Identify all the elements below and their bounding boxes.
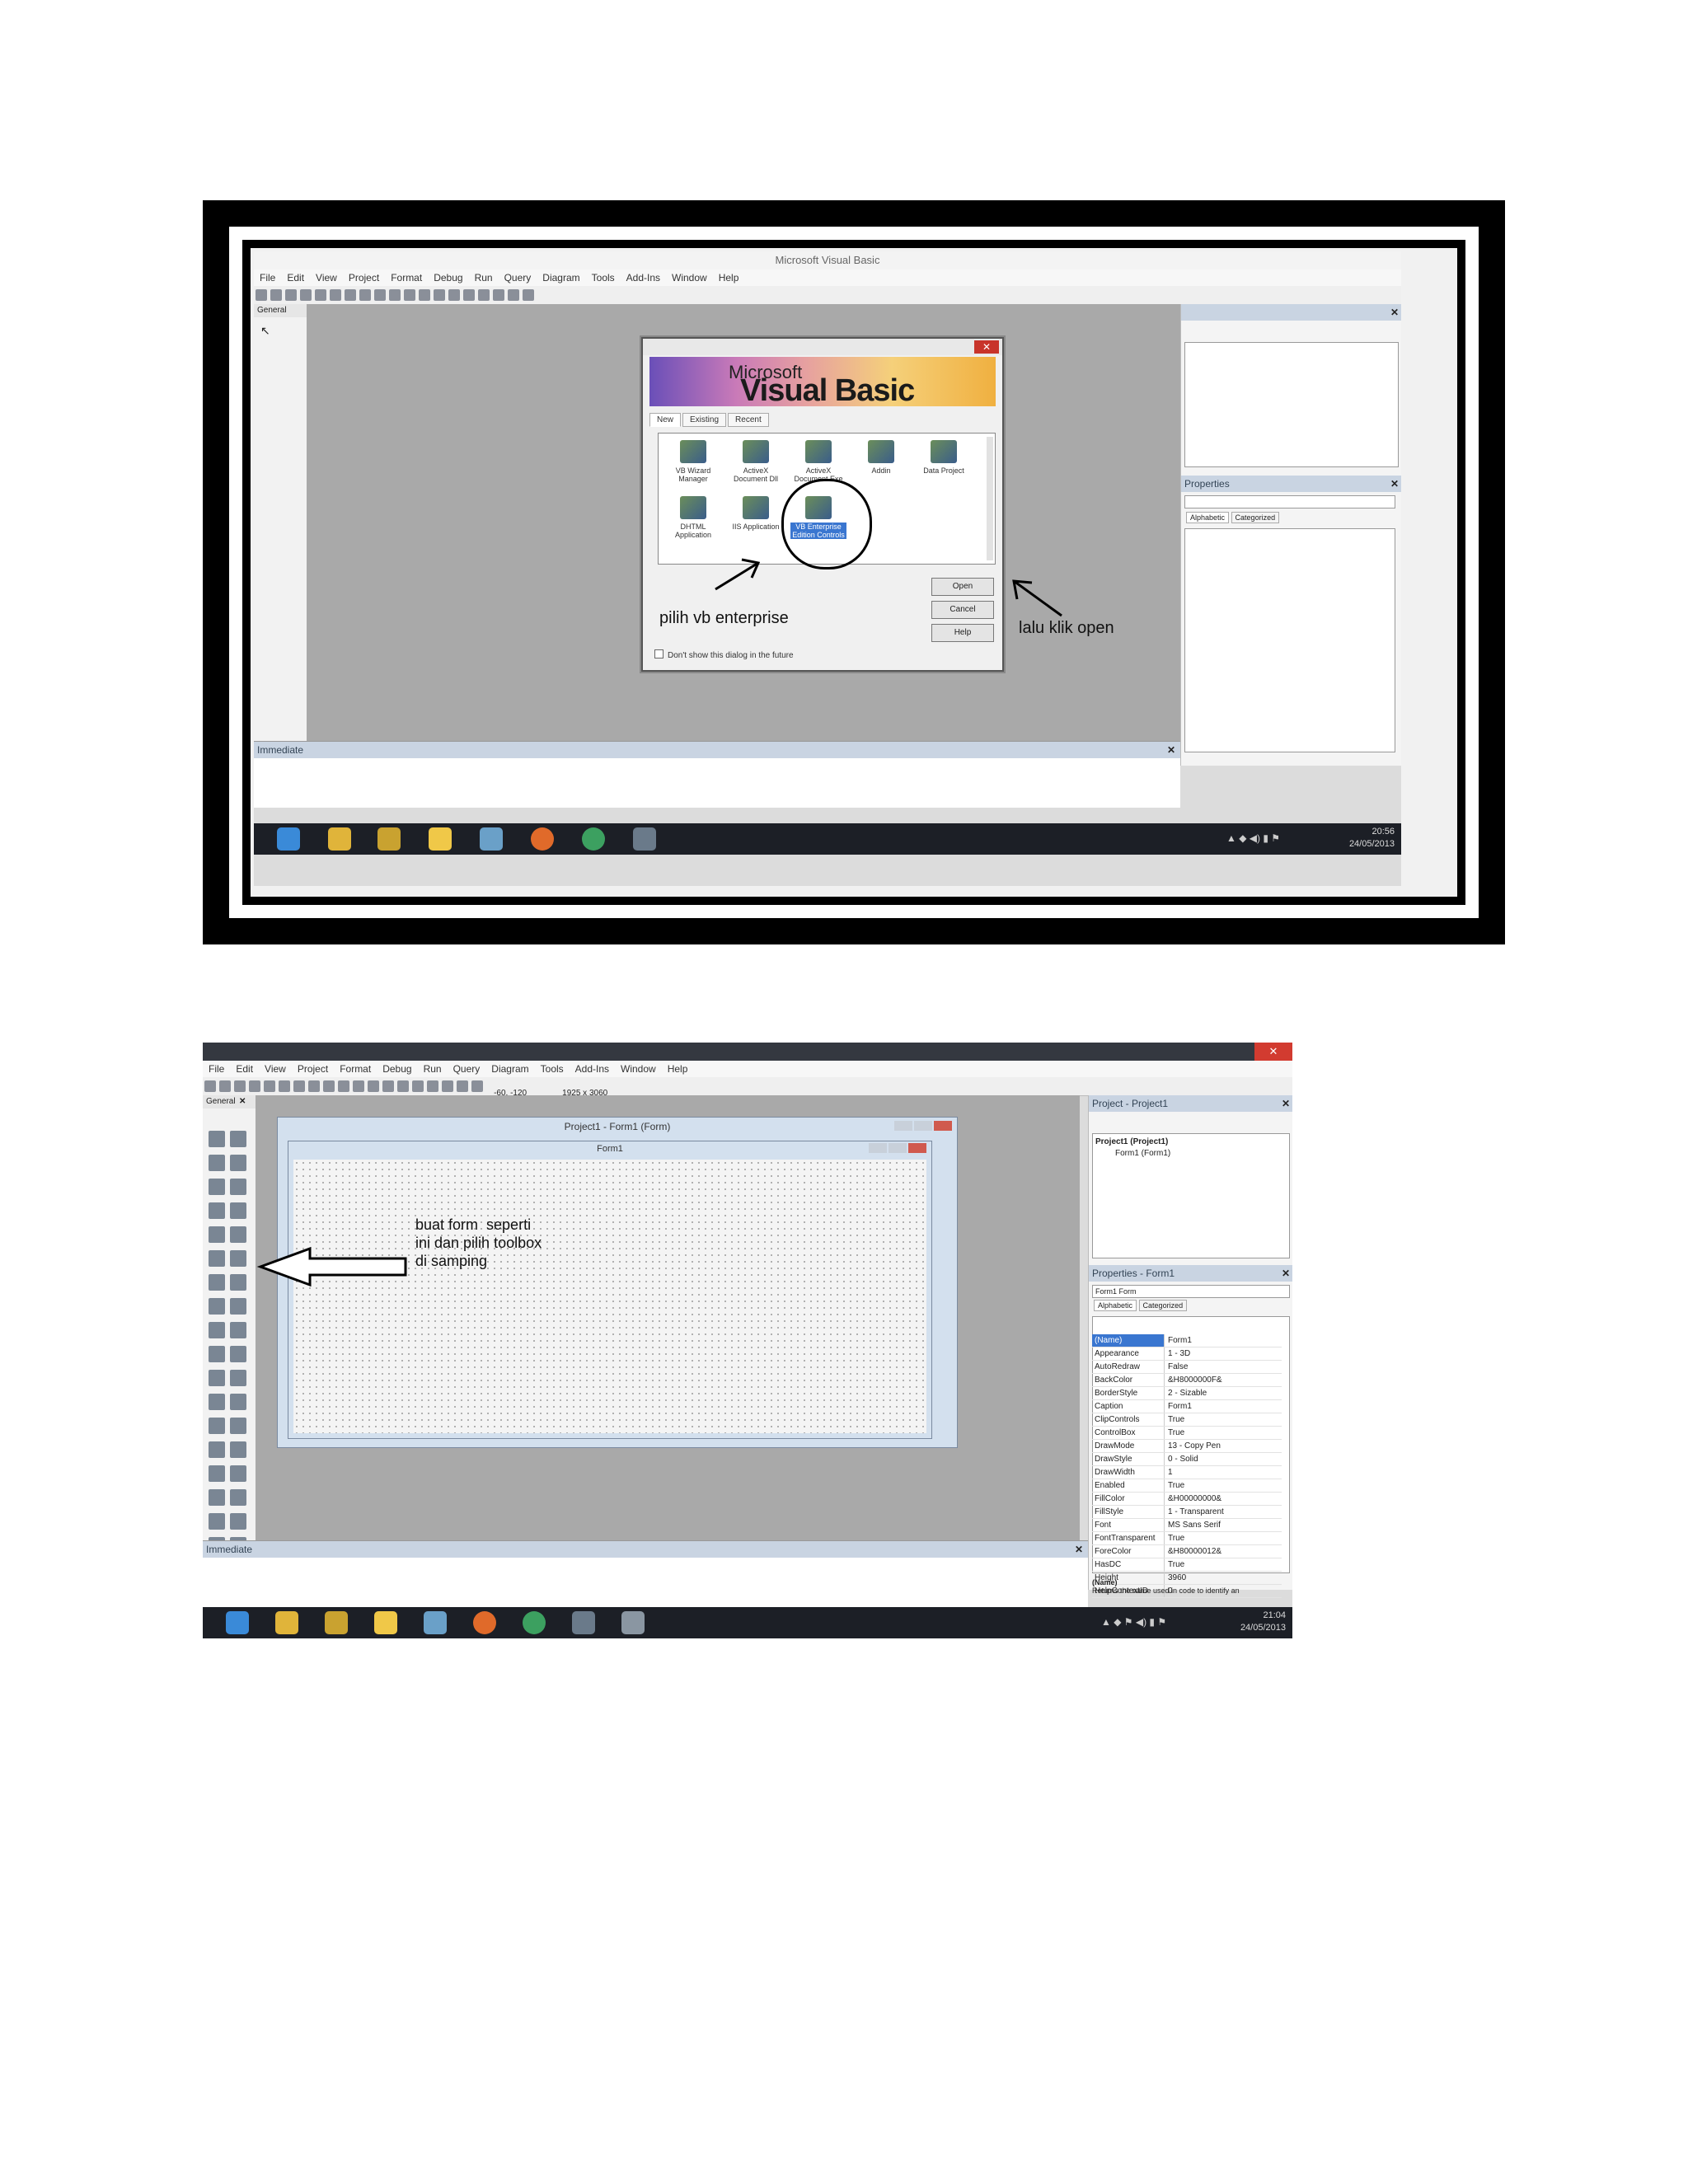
property-value[interactable]: True	[1165, 1427, 1282, 1439]
app-icon[interactable]	[424, 1611, 447, 1634]
property-row[interactable]: AutoRedraw False	[1092, 1361, 1282, 1374]
properties-panel-header: Properties - Form1 ✕	[1089, 1265, 1292, 1282]
folder-icon[interactable]	[374, 1611, 397, 1634]
property-value[interactable]: True	[1165, 1532, 1282, 1544]
annotation-form: buat form seperti ini dan pilih toolbox …	[415, 1216, 542, 1269]
property-name: (Name)	[1092, 1334, 1165, 1347]
firefox-icon[interactable]	[473, 1611, 496, 1634]
property-name: BorderStyle	[1092, 1387, 1165, 1399]
properties-panel: Properties - Form1 ✕ Form1 Form Alphabeti…	[1089, 1265, 1292, 1598]
property-name: Caption	[1092, 1400, 1165, 1413]
property-value[interactable]: True	[1165, 1558, 1282, 1571]
taskbar: ▲ ◆ ⚑ ◀) ▮ ⚑ 21:04 24/05/2013	[203, 1607, 1292, 1638]
vb-ide-window-2: ✕ File Edit View Project Format Debug Run Query…	[203, 1043, 1292, 1638]
tree-item-form1[interactable]: Form1 (Form1)	[1095, 1148, 1170, 1160]
property-row[interactable]: Enabled True	[1092, 1479, 1282, 1493]
property-row[interactable]: FillStyle 1 - Transparent	[1092, 1506, 1282, 1519]
property-value[interactable]: True	[1165, 1413, 1282, 1426]
property-row[interactable]: ControlBox True	[1092, 1427, 1282, 1440]
close-icon[interactable]: ✕	[1075, 1541, 1083, 1558]
property-name: FillStyle	[1092, 1506, 1165, 1518]
property-row[interactable]: Appearance 1 - 3D	[1092, 1347, 1282, 1361]
property-row[interactable]: FontTransparent True	[1092, 1532, 1282, 1545]
frame-black-border: Microsoft Visual Basic File Edit View Proje…	[242, 240, 1465, 905]
property-name: FontTransparent	[1092, 1532, 1165, 1544]
property-value[interactable]: &H00000000&	[1165, 1493, 1282, 1505]
property-name: Appearance	[1092, 1347, 1165, 1360]
ie-icon[interactable]	[226, 1611, 249, 1634]
properties-tabs: Alphabetic Categorized	[1094, 1300, 1188, 1311]
arrow-to-open	[1013, 579, 1062, 617]
property-row[interactable]: Caption Form1	[1092, 1400, 1282, 1413]
property-row[interactable]: BackColor &H8000000F&	[1092, 1374, 1282, 1387]
close-icon[interactable]: ✕	[1282, 1095, 1290, 1112]
property-row[interactable]: DrawWidth 1	[1092, 1466, 1282, 1479]
annotation-open: lalu klik open	[1019, 619, 1114, 637]
tab-categorized[interactable]: Categorized	[1138, 1300, 1188, 1311]
property-name: FillColor	[1092, 1493, 1165, 1505]
property-name: ClipControls	[1092, 1413, 1165, 1426]
arrow-to-toolbox	[256, 1246, 407, 1287]
properties-grid: (Name) Form1 Appearance 1 - 3D AutoRedraw Fal…	[1092, 1334, 1282, 1598]
property-row[interactable]: ClipControls True	[1092, 1413, 1282, 1427]
close-icon[interactable]: ✕	[1282, 1265, 1290, 1282]
property-name: DrawMode	[1092, 1440, 1165, 1452]
explorer-icon[interactable]	[275, 1611, 298, 1634]
property-name: DrawWidth	[1092, 1466, 1165, 1479]
project-tree: Project1 (Project1) Form1 (Form1)	[1095, 1137, 1170, 1160]
property-row[interactable]: HasDC True	[1092, 1558, 1282, 1572]
property-value[interactable]: Form1	[1165, 1400, 1282, 1413]
property-name: ControlBox	[1092, 1427, 1165, 1439]
property-value[interactable]: &H8000000F&	[1165, 1374, 1282, 1386]
property-name: Font	[1092, 1519, 1165, 1531]
property-value[interactable]: 1 - Transparent	[1165, 1506, 1282, 1518]
property-value[interactable]: &H80000012&	[1165, 1545, 1282, 1558]
right-panels: Project - Project1 ✕ Project1 (Project1) …	[1088, 1095, 1292, 1598]
immediate-window: Immediate ✕	[203, 1540, 1088, 1607]
chrome-icon[interactable]	[523, 1611, 546, 1634]
property-value[interactable]: False	[1165, 1361, 1282, 1373]
immediate-header: Immediate ✕	[203, 1541, 1088, 1558]
object-dropdown[interactable]: Form1 Form	[1092, 1285, 1290, 1298]
property-description: (Name) Returns the name used in code to …	[1092, 1578, 1240, 1595]
vb-ide-window-1: Microsoft Visual Basic File Edit View Proje…	[254, 251, 1401, 886]
screenshot-2: ✕ File Edit View Project Format Debug Run Query…	[203, 1043, 1292, 1638]
tree-item-project1[interactable]: Project1 (Project1)	[1095, 1137, 1170, 1148]
vb6-icon[interactable]	[572, 1611, 595, 1634]
property-name: AutoRedraw	[1092, 1361, 1165, 1373]
property-row[interactable]: Font MS Sans Serif	[1092, 1519, 1282, 1532]
property-value[interactable]: Form1	[1165, 1334, 1282, 1347]
property-value[interactable]: 0 - Solid	[1165, 1453, 1282, 1465]
tray-icons[interactable]: ▲ ◆ ⚑ ◀) ▮ ⚑	[1101, 1616, 1166, 1628]
property-row[interactable]: (Name) Form1	[1092, 1334, 1282, 1347]
project-panel-header: Project - Project1 ✕	[1089, 1095, 1292, 1112]
property-value[interactable]: MS Sans Serif	[1165, 1519, 1282, 1531]
property-name: DrawStyle	[1092, 1453, 1165, 1465]
screenshot-1-frame: Microsoft Visual Basic File Edit View Proje…	[203, 200, 1505, 944]
system-clock: 21:04 24/05/2013	[1240, 1610, 1286, 1633]
property-name: ForeColor	[1092, 1545, 1165, 1558]
property-value[interactable]: 13 - Copy Pen	[1165, 1440, 1282, 1452]
property-row[interactable]: DrawStyle 0 - Solid	[1092, 1453, 1282, 1466]
property-row[interactable]: BorderStyle 2 - Sizable	[1092, 1387, 1282, 1400]
property-value[interactable]: True	[1165, 1479, 1282, 1492]
app2-icon[interactable]	[621, 1611, 645, 1634]
annotation-arrows	[715, 558, 1062, 617]
property-row[interactable]: FillColor &H00000000&	[1092, 1493, 1282, 1506]
property-name: HasDC	[1092, 1558, 1165, 1571]
property-name: Enabled	[1092, 1479, 1165, 1492]
property-value[interactable]: 1	[1165, 1466, 1282, 1479]
frame-white-border: Microsoft Visual Basic File Edit View Proje…	[229, 227, 1479, 918]
property-value[interactable]: 1 - 3D	[1165, 1347, 1282, 1360]
winrar-icon[interactable]	[325, 1611, 348, 1634]
property-name: BackColor	[1092, 1374, 1165, 1386]
property-row[interactable]: ForeColor &H80000012&	[1092, 1545, 1282, 1558]
property-row[interactable]: DrawMode 13 - Copy Pen	[1092, 1440, 1282, 1453]
tab-alphabetic[interactable]: Alphabetic	[1094, 1300, 1137, 1311]
property-value[interactable]: 2 - Sizable	[1165, 1387, 1282, 1399]
frame-inner: Microsoft Visual Basic File Edit View Proje…	[251, 248, 1457, 897]
